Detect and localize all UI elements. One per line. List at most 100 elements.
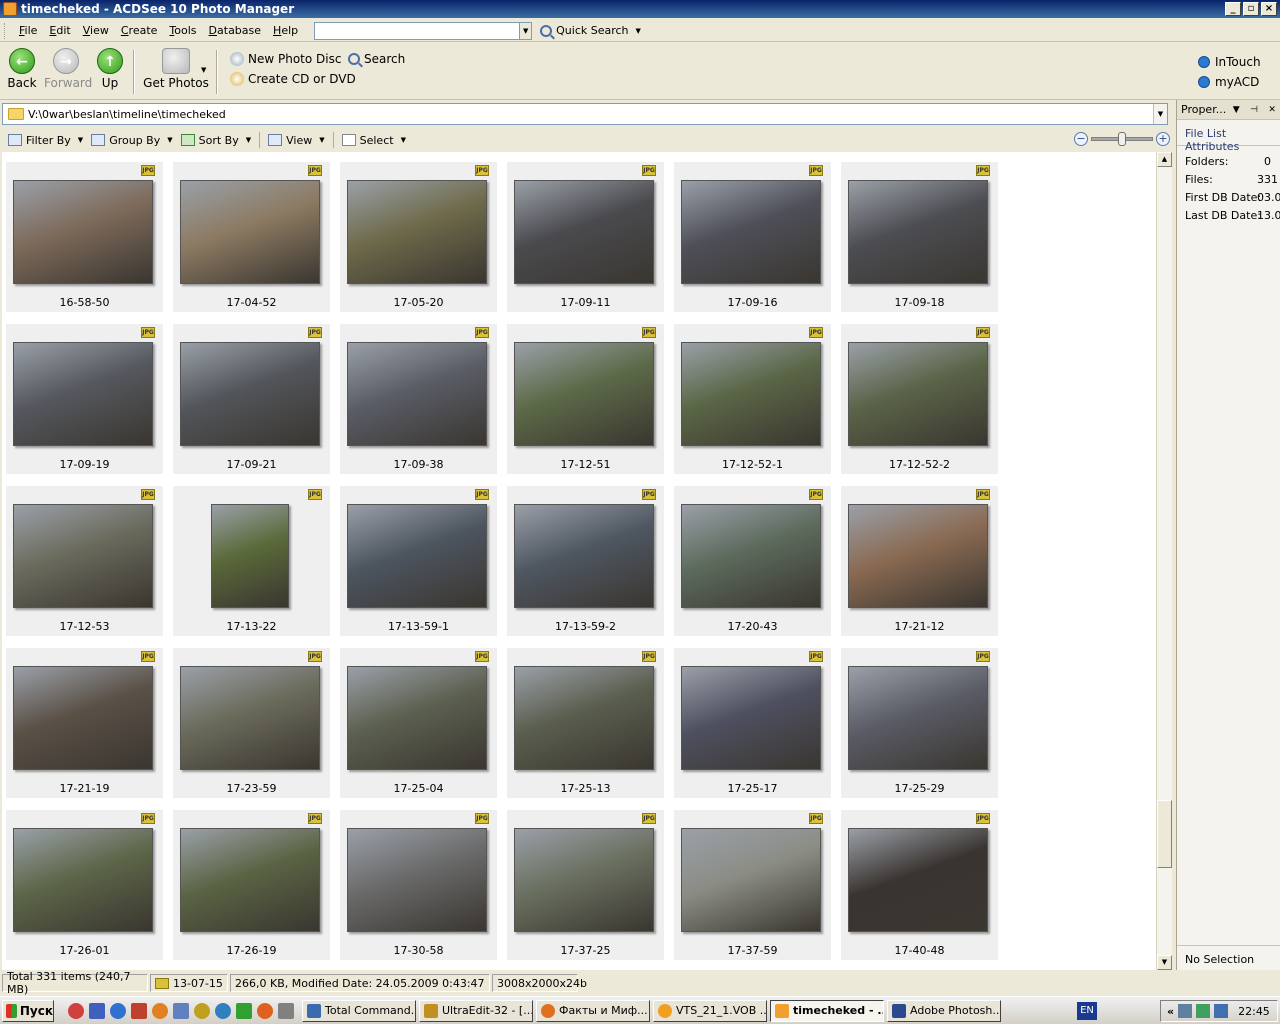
thumbnail-item[interactable]: JPG 17-13-59-1 <box>340 486 497 636</box>
quicklaunch-app-icon[interactable] <box>89 1002 105 1019</box>
menu-database[interactable]: Database <box>203 24 268 37</box>
thumbnail-item[interactable]: JPG 17-09-19 <box>6 324 163 474</box>
photo-thumbnail[interactable] <box>514 180 654 284</box>
photo-thumbnail[interactable] <box>347 666 487 770</box>
quicklaunch-firefox-icon[interactable] <box>152 1002 168 1019</box>
thumbnail-item[interactable]: JPG 17-09-21 <box>173 324 330 474</box>
thumbnail-item[interactable]: JPG 17-20-43 <box>674 486 831 636</box>
quicklaunch-app-icon[interactable] <box>194 1002 210 1019</box>
photo-thumbnail[interactable] <box>180 180 320 284</box>
quicklaunch-ie-icon[interactable] <box>215 1002 231 1019</box>
close-icon[interactable]: ✕ <box>1268 105 1276 115</box>
photo-thumbnail[interactable] <box>681 504 821 608</box>
photo-thumbnail[interactable] <box>13 504 153 608</box>
network-icon[interactable] <box>1178 1004 1193 1018</box>
tray-app-icon[interactable] <box>1196 1004 1211 1018</box>
photo-thumbnail[interactable] <box>514 342 654 446</box>
menu-tools[interactable]: Tools <box>163 24 202 37</box>
acdsee-app-icon[interactable] <box>3 2 17 16</box>
quicklaunch-media-icon[interactable] <box>110 1002 126 1019</box>
taskbar-ultraedit[interactable]: UltraEdit-32 - [... <box>419 999 533 1022</box>
menu-edit[interactable]: Edit <box>43 24 76 37</box>
thumbnail-item[interactable]: JPG 17-25-29 <box>841 648 998 798</box>
thumbnail-item[interactable]: JPG 17-05-20 <box>340 162 497 312</box>
quicklaunch-opera-icon[interactable] <box>68 1002 84 1019</box>
path-input[interactable]: V:\0war\beslan\timeline\timecheked ▼ <box>2 103 1168 125</box>
photo-thumbnail[interactable] <box>681 828 821 932</box>
thumbnail-item[interactable]: JPG 17-30-58 <box>340 810 497 960</box>
taskbar-photoshop[interactable]: Adobe Photosh... <box>887 999 1001 1022</box>
photo-thumbnail[interactable] <box>514 504 654 608</box>
minimize-button[interactable]: _ <box>1225 2 1241 16</box>
sort-by-button[interactable]: Sort By ▼ <box>180 134 251 147</box>
thumbnail-item[interactable]: JPG 17-12-51 <box>507 324 664 474</box>
scrollbar-thumb[interactable] <box>1157 800 1172 868</box>
chevron-down-icon[interactable]: ▼ <box>201 66 206 74</box>
thumbnail-item[interactable]: JPG 17-25-04 <box>340 648 497 798</box>
photo-thumbnail[interactable] <box>347 342 487 446</box>
photo-thumbnail[interactable] <box>13 666 153 770</box>
zoom-slider-thumb[interactable] <box>1118 132 1126 146</box>
thumbnail-item[interactable]: JPG 17-13-59-2 <box>507 486 664 636</box>
new-photo-disc-button[interactable]: New Photo Disc <box>230 52 341 66</box>
photo-thumbnail[interactable] <box>347 180 487 284</box>
thumbnail-item[interactable]: JPG 17-21-19 <box>6 648 163 798</box>
quicklaunch-app-icon[interactable] <box>257 1002 273 1019</box>
tray-expand-icon[interactable]: « <box>1167 1005 1174 1018</box>
zoom-out-icon[interactable]: − <box>1074 132 1088 146</box>
photo-thumbnail[interactable] <box>180 666 320 770</box>
start-button[interactable]: Пуск <box>2 999 54 1022</box>
pin-icon[interactable]: ⊣ <box>1250 105 1258 115</box>
photo-thumbnail[interactable] <box>180 828 320 932</box>
thumbnail-item[interactable]: JPG 17-26-19 <box>173 810 330 960</box>
thumbnail-item[interactable]: JPG 17-26-01 <box>6 810 163 960</box>
quick-search-input[interactable]: ▼ <box>314 21 533 40</box>
tray-app-icon[interactable] <box>1214 1004 1229 1018</box>
quick-search-button[interactable]: Quick Search ▼ <box>540 24 641 37</box>
chevron-down-icon[interactable]: ▼ <box>519 22 532 39</box>
menubar-grip[interactable] <box>4 22 7 39</box>
close-button[interactable]: × <box>1261 2 1277 16</box>
thumbnail-item[interactable]: JPG 17-40-48 <box>841 810 998 960</box>
forward-button[interactable]: → Forward <box>44 48 92 90</box>
search-button[interactable]: Search <box>348 52 405 66</box>
thumbnail-item[interactable]: JPG 17-12-53 <box>6 486 163 636</box>
thumbnail-item[interactable]: JPG 17-21-12 <box>841 486 998 636</box>
photo-thumbnail[interactable] <box>180 342 320 446</box>
filter-by-button[interactable]: Filter By ▼ <box>8 134 83 147</box>
quicklaunch-app-icon[interactable] <box>236 1002 252 1019</box>
menu-create[interactable]: Create <box>115 24 164 37</box>
tab-file-list-attributes[interactable]: File List Attributes <box>1177 120 1280 153</box>
photo-thumbnail[interactable] <box>848 180 988 284</box>
group-by-button[interactable]: Group By ▼ <box>91 134 173 147</box>
restore-button[interactable]: ▫ <box>1243 2 1259 16</box>
up-button[interactable]: ↑ Up <box>88 48 132 90</box>
quicklaunch-app-icon[interactable] <box>173 1002 189 1019</box>
thumbnail-item[interactable]: JPG 17-13-22 <box>173 486 330 636</box>
taskbar-total-commander[interactable]: Total Command... <box>302 999 416 1022</box>
intouch-link[interactable]: InTouch <box>1198 52 1261 72</box>
photo-thumbnail[interactable] <box>848 666 988 770</box>
thumbnail-item[interactable]: JPG 17-12-52-1 <box>674 324 831 474</box>
quicklaunch-app-icon[interactable] <box>278 1002 294 1019</box>
myacd-link[interactable]: myACD <box>1198 72 1261 92</box>
clock[interactable]: 22:45 <box>1238 1005 1270 1018</box>
thumbnail-item[interactable]: JPG 17-04-52 <box>173 162 330 312</box>
photo-thumbnail[interactable] <box>681 180 821 284</box>
thumbnail-item[interactable]: JPG 17-23-59 <box>173 648 330 798</box>
photo-thumbnail[interactable] <box>514 828 654 932</box>
thumbnail-item[interactable]: JPG 16-58-50 <box>6 162 163 312</box>
photo-thumbnail[interactable] <box>681 342 821 446</box>
photo-thumbnail[interactable] <box>514 666 654 770</box>
thumbnail-item[interactable]: JPG 17-25-17 <box>674 648 831 798</box>
thumbnail-item[interactable]: JPG 17-12-52-2 <box>841 324 998 474</box>
chevron-down-icon[interactable]: ▼ <box>1153 104 1167 124</box>
chevron-down-icon[interactable]: ▼ <box>1233 105 1240 115</box>
thumbnail-item[interactable]: JPG 17-09-16 <box>674 162 831 312</box>
thumbnail-item[interactable]: JPG 17-09-11 <box>507 162 664 312</box>
photo-thumbnail[interactable] <box>681 666 821 770</box>
taskbar-media-player[interactable]: VTS_21_1.VOB ... <box>653 999 767 1022</box>
thumbnail-item[interactable]: JPG 17-09-18 <box>841 162 998 312</box>
select-button[interactable]: Select ▼ <box>341 134 406 147</box>
scroll-up-icon[interactable]: ▲ <box>1157 152 1172 167</box>
